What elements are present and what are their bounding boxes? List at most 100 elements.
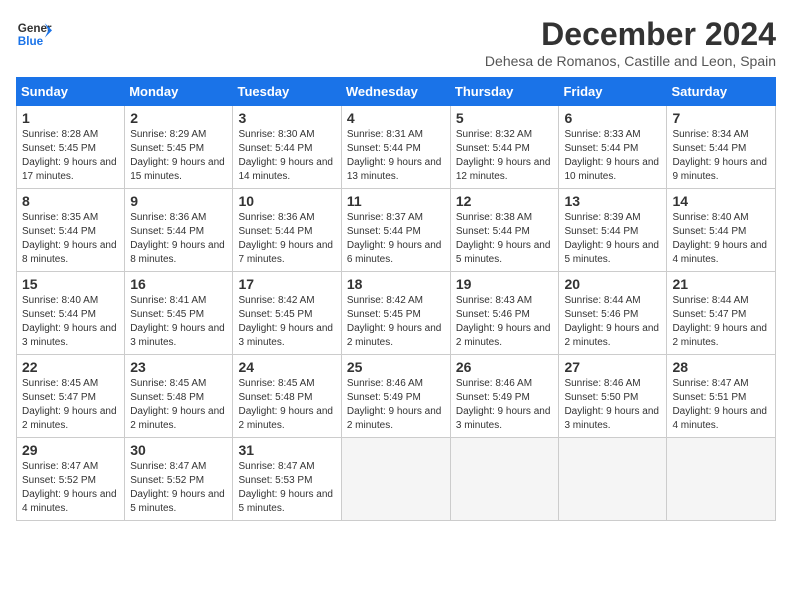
table-row [667, 438, 776, 521]
calendar-week-row: 15 Sunrise: 8:40 AMSunset: 5:44 PMDaylig… [17, 272, 776, 355]
table-row: 12 Sunrise: 8:38 AMSunset: 5:44 PMDaylig… [450, 189, 559, 272]
title-area: December 2024 Dehesa de Romanos, Castill… [485, 16, 776, 69]
header: General Blue December 2024 Dehesa de Rom… [16, 16, 776, 69]
day-number: 21 [672, 276, 770, 292]
col-thursday: Thursday [450, 78, 559, 106]
day-info: Sunrise: 8:36 AMSunset: 5:44 PMDaylight:… [130, 211, 227, 267]
calendar-body: 1 Sunrise: 8:28 AMSunset: 5:45 PMDayligh… [17, 106, 776, 521]
day-number: 15 [22, 276, 119, 292]
table-row: 8 Sunrise: 8:35 AMSunset: 5:44 PMDayligh… [17, 189, 125, 272]
day-number: 18 [347, 276, 445, 292]
col-friday: Friday [559, 78, 667, 106]
day-info: Sunrise: 8:38 AMSunset: 5:44 PMDaylight:… [456, 211, 554, 267]
table-row: 28 Sunrise: 8:47 AMSunset: 5:51 PMDaylig… [667, 355, 776, 438]
day-info: Sunrise: 8:47 AMSunset: 5:52 PMDaylight:… [22, 460, 119, 516]
day-number: 23 [130, 359, 227, 375]
day-number: 12 [456, 193, 554, 209]
calendar-week-row: 29 Sunrise: 8:47 AMSunset: 5:52 PMDaylig… [17, 438, 776, 521]
table-row: 31 Sunrise: 8:47 AMSunset: 5:53 PMDaylig… [233, 438, 341, 521]
day-info: Sunrise: 8:43 AMSunset: 5:46 PMDaylight:… [456, 294, 554, 350]
table-row: 21 Sunrise: 8:44 AMSunset: 5:47 PMDaylig… [667, 272, 776, 355]
table-row: 29 Sunrise: 8:47 AMSunset: 5:52 PMDaylig… [17, 438, 125, 521]
day-number: 30 [130, 442, 227, 458]
day-info: Sunrise: 8:32 AMSunset: 5:44 PMDaylight:… [456, 128, 554, 184]
subtitle: Dehesa de Romanos, Castille and Leon, Sp… [485, 53, 776, 69]
day-number: 13 [564, 193, 661, 209]
svg-text:General: General [18, 22, 52, 35]
day-number: 19 [456, 276, 554, 292]
day-info: Sunrise: 8:40 AMSunset: 5:44 PMDaylight:… [22, 294, 119, 350]
day-number: 11 [347, 193, 445, 209]
day-number: 26 [456, 359, 554, 375]
table-row: 6 Sunrise: 8:33 AMSunset: 5:44 PMDayligh… [559, 106, 667, 189]
day-number: 16 [130, 276, 227, 292]
day-info: Sunrise: 8:28 AMSunset: 5:45 PMDaylight:… [22, 128, 119, 184]
day-info: Sunrise: 8:37 AMSunset: 5:44 PMDaylight:… [347, 211, 445, 267]
calendar-week-row: 1 Sunrise: 8:28 AMSunset: 5:45 PMDayligh… [17, 106, 776, 189]
day-info: Sunrise: 8:29 AMSunset: 5:45 PMDaylight:… [130, 128, 227, 184]
table-row [559, 438, 667, 521]
day-info: Sunrise: 8:39 AMSunset: 5:44 PMDaylight:… [564, 211, 661, 267]
day-number: 14 [672, 193, 770, 209]
table-row: 25 Sunrise: 8:46 AMSunset: 5:49 PMDaylig… [341, 355, 450, 438]
day-info: Sunrise: 8:34 AMSunset: 5:44 PMDaylight:… [672, 128, 770, 184]
day-number: 6 [564, 110, 661, 126]
col-monday: Monday [125, 78, 233, 106]
day-info: Sunrise: 8:45 AMSunset: 5:47 PMDaylight:… [22, 377, 119, 433]
day-number: 25 [347, 359, 445, 375]
day-info: Sunrise: 8:35 AMSunset: 5:44 PMDaylight:… [22, 211, 119, 267]
table-row: 4 Sunrise: 8:31 AMSunset: 5:44 PMDayligh… [341, 106, 450, 189]
table-row: 5 Sunrise: 8:32 AMSunset: 5:44 PMDayligh… [450, 106, 559, 189]
day-info: Sunrise: 8:47 AMSunset: 5:52 PMDaylight:… [130, 460, 227, 516]
table-row: 3 Sunrise: 8:30 AMSunset: 5:44 PMDayligh… [233, 106, 341, 189]
day-number: 4 [347, 110, 445, 126]
day-number: 8 [22, 193, 119, 209]
col-wednesday: Wednesday [341, 78, 450, 106]
table-row: 11 Sunrise: 8:37 AMSunset: 5:44 PMDaylig… [341, 189, 450, 272]
calendar-table: Sunday Monday Tuesday Wednesday Thursday… [16, 77, 776, 521]
day-info: Sunrise: 8:47 AMSunset: 5:51 PMDaylight:… [672, 377, 770, 433]
day-info: Sunrise: 8:46 AMSunset: 5:49 PMDaylight:… [347, 377, 445, 433]
day-info: Sunrise: 8:33 AMSunset: 5:44 PMDaylight:… [564, 128, 661, 184]
svg-text:Blue: Blue [18, 35, 44, 48]
day-number: 28 [672, 359, 770, 375]
day-info: Sunrise: 8:46 AMSunset: 5:50 PMDaylight:… [564, 377, 661, 433]
table-row: 15 Sunrise: 8:40 AMSunset: 5:44 PMDaylig… [17, 272, 125, 355]
day-number: 31 [238, 442, 335, 458]
day-number: 10 [238, 193, 335, 209]
table-row: 19 Sunrise: 8:43 AMSunset: 5:46 PMDaylig… [450, 272, 559, 355]
day-info: Sunrise: 8:44 AMSunset: 5:47 PMDaylight:… [672, 294, 770, 350]
day-number: 24 [238, 359, 335, 375]
col-saturday: Saturday [667, 78, 776, 106]
calendar-week-row: 8 Sunrise: 8:35 AMSunset: 5:44 PMDayligh… [17, 189, 776, 272]
day-number: 22 [22, 359, 119, 375]
table-row: 16 Sunrise: 8:41 AMSunset: 5:45 PMDaylig… [125, 272, 233, 355]
day-info: Sunrise: 8:46 AMSunset: 5:49 PMDaylight:… [456, 377, 554, 433]
day-number: 2 [130, 110, 227, 126]
day-info: Sunrise: 8:42 AMSunset: 5:45 PMDaylight:… [238, 294, 335, 350]
table-row: 1 Sunrise: 8:28 AMSunset: 5:45 PMDayligh… [17, 106, 125, 189]
day-number: 27 [564, 359, 661, 375]
day-info: Sunrise: 8:30 AMSunset: 5:44 PMDaylight:… [238, 128, 335, 184]
table-row: 30 Sunrise: 8:47 AMSunset: 5:52 PMDaylig… [125, 438, 233, 521]
day-info: Sunrise: 8:41 AMSunset: 5:45 PMDaylight:… [130, 294, 227, 350]
day-info: Sunrise: 8:45 AMSunset: 5:48 PMDaylight:… [238, 377, 335, 433]
table-row: 27 Sunrise: 8:46 AMSunset: 5:50 PMDaylig… [559, 355, 667, 438]
table-row: 13 Sunrise: 8:39 AMSunset: 5:44 PMDaylig… [559, 189, 667, 272]
main-title: December 2024 [485, 16, 776, 53]
calendar-week-row: 22 Sunrise: 8:45 AMSunset: 5:47 PMDaylig… [17, 355, 776, 438]
col-tuesday: Tuesday [233, 78, 341, 106]
day-number: 3 [238, 110, 335, 126]
table-row: 20 Sunrise: 8:44 AMSunset: 5:46 PMDaylig… [559, 272, 667, 355]
table-row [341, 438, 450, 521]
calendar-header-row: Sunday Monday Tuesday Wednesday Thursday… [17, 78, 776, 106]
day-info: Sunrise: 8:40 AMSunset: 5:44 PMDaylight:… [672, 211, 770, 267]
table-row: 14 Sunrise: 8:40 AMSunset: 5:44 PMDaylig… [667, 189, 776, 272]
day-number: 20 [564, 276, 661, 292]
day-number: 9 [130, 193, 227, 209]
logo-icon: General Blue [16, 16, 52, 52]
table-row: 24 Sunrise: 8:45 AMSunset: 5:48 PMDaylig… [233, 355, 341, 438]
day-number: 17 [238, 276, 335, 292]
col-sunday: Sunday [17, 78, 125, 106]
table-row: 7 Sunrise: 8:34 AMSunset: 5:44 PMDayligh… [667, 106, 776, 189]
